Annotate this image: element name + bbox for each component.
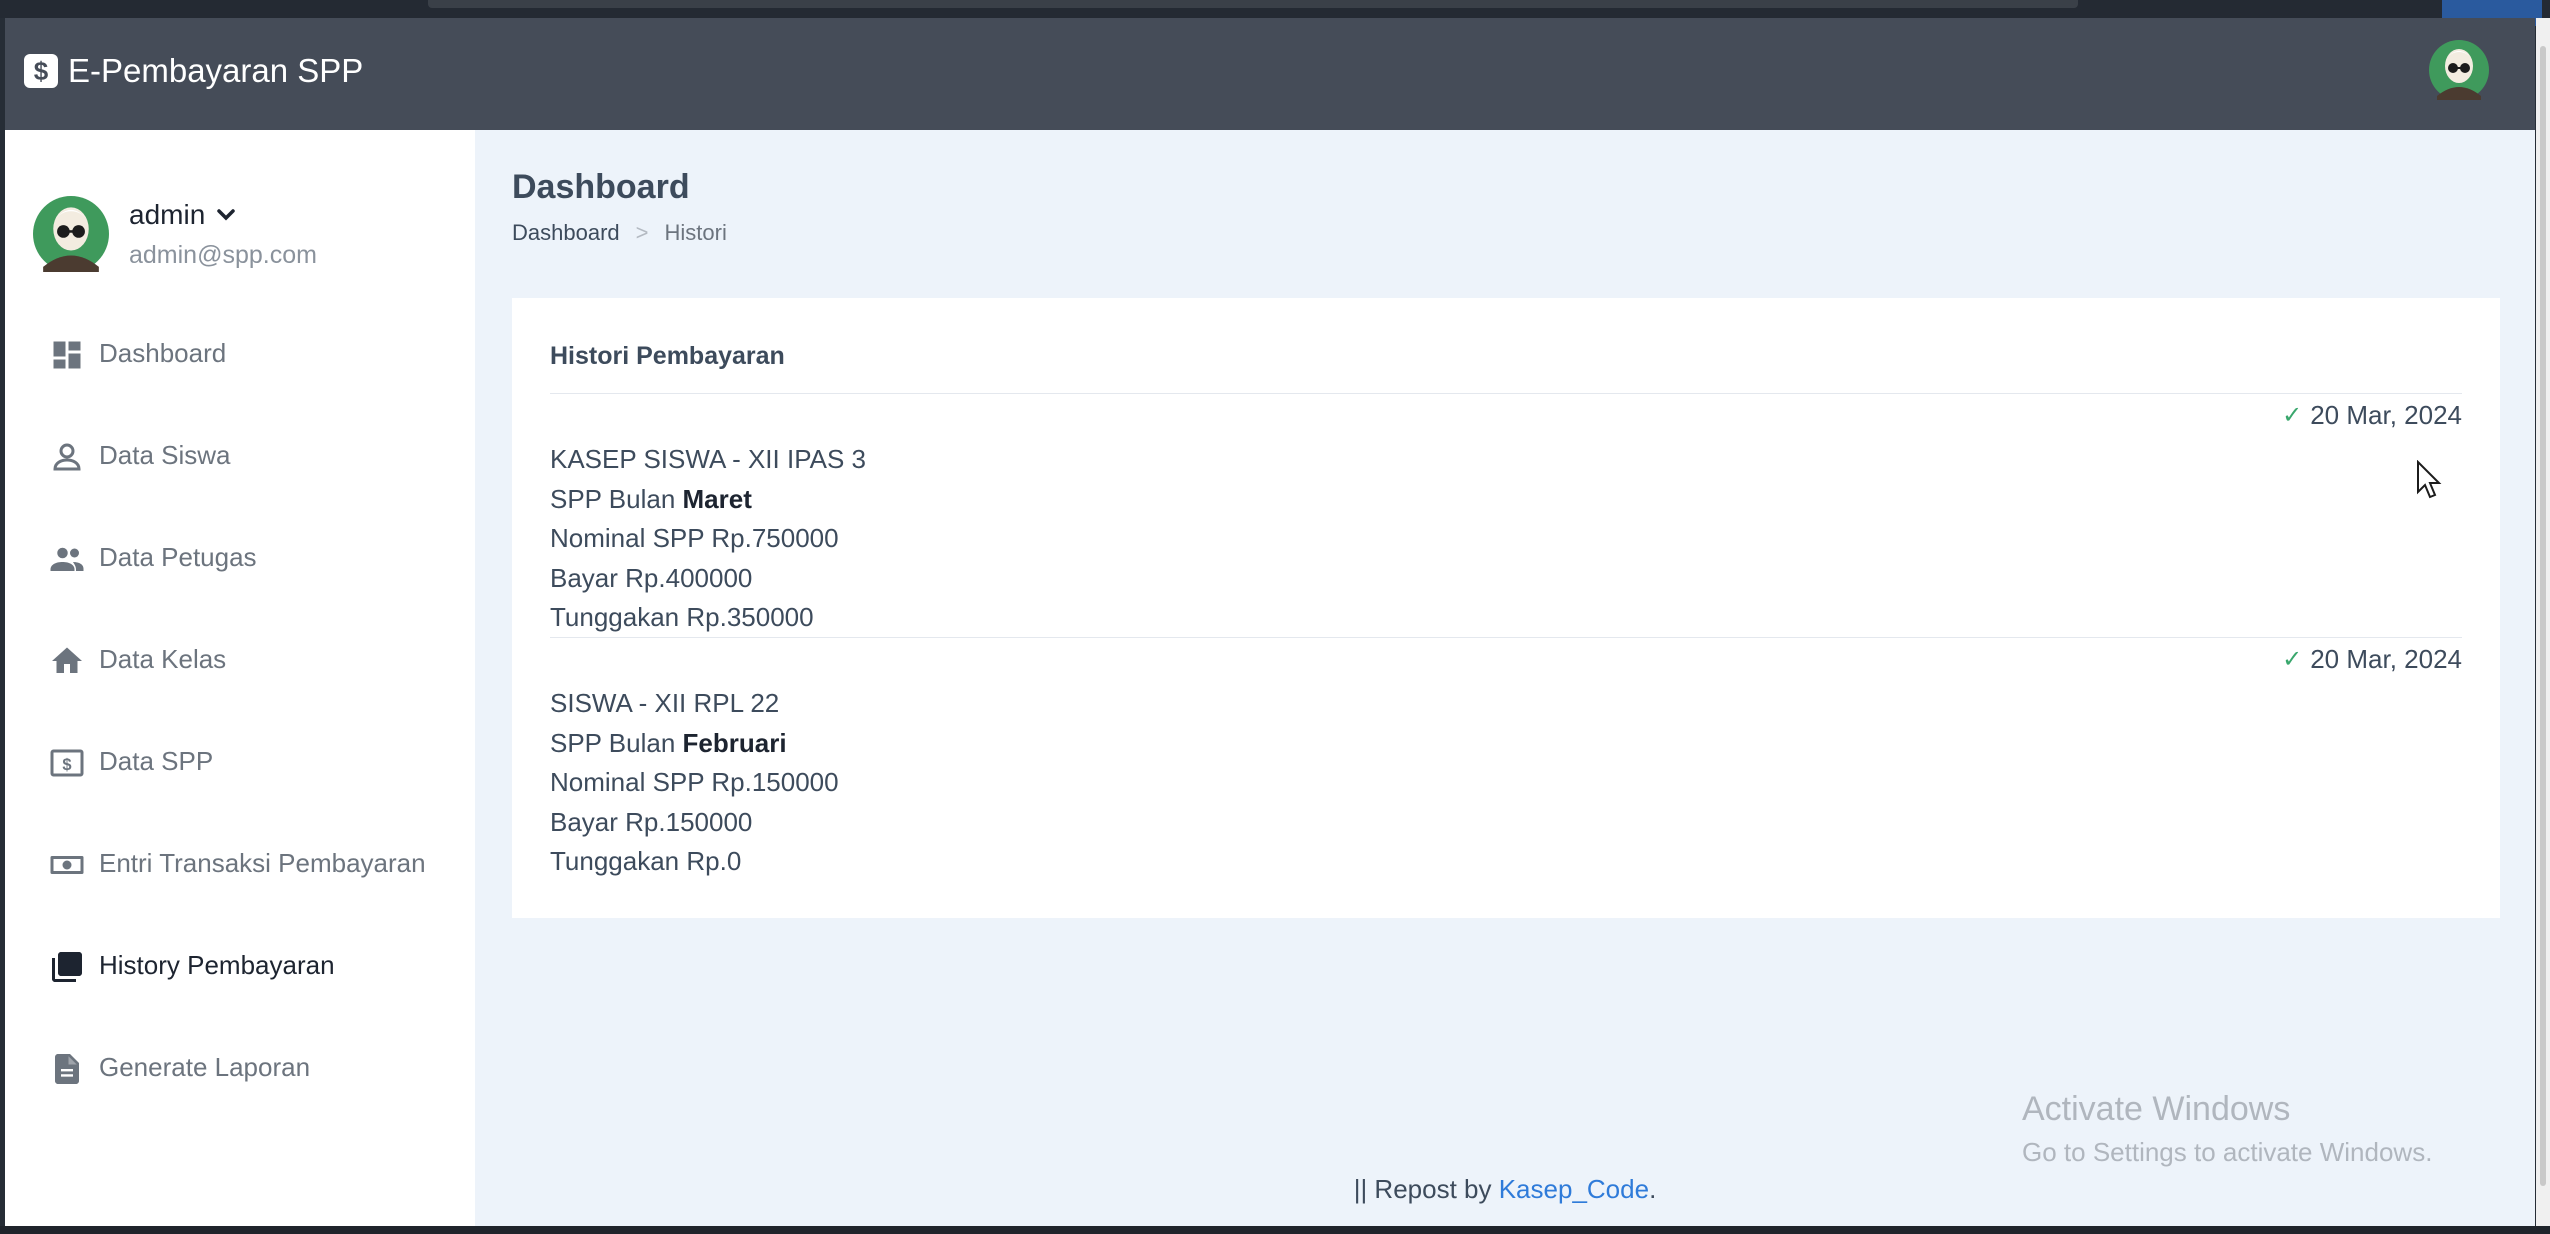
breadcrumb-dashboard[interactable]: Dashboard bbox=[512, 220, 620, 246]
sidebar-item-dashboard[interactable]: Dashboard bbox=[5, 302, 475, 404]
sidebar-item-data-kelas[interactable]: Data Kelas bbox=[5, 608, 475, 710]
entry-bayar: Bayar Rp.150000 bbox=[550, 806, 753, 837]
entry-date: ✓ 20 Mar, 2024 bbox=[2282, 400, 2462, 431]
brand[interactable]: $ E-Pembayaran SPP bbox=[24, 52, 363, 90]
mouse-cursor-icon bbox=[2417, 460, 2442, 499]
card-title: Histori Pembayaran bbox=[550, 342, 785, 370]
entry-month-name: Februari bbox=[682, 727, 787, 758]
dashboard-icon bbox=[53, 341, 81, 369]
user-profile[interactable]: admin admin@spp.com bbox=[33, 196, 317, 272]
svg-text:$: $ bbox=[62, 756, 71, 774]
sidebar-item-entri-transaksi[interactable]: Entri Transaksi Pembayaran bbox=[5, 812, 475, 914]
entry-student: SISWA - XII RPL 22 bbox=[550, 688, 780, 718]
list-item: ✓ 20 Mar, 2024 SISWA - XII RPL 22 SPP Bu… bbox=[550, 638, 2462, 882]
sidebar-item-data-siswa[interactable]: Data Siswa bbox=[5, 404, 475, 506]
breadcrumb-chevron-icon: > bbox=[635, 220, 649, 245]
entry-date: ✓ 20 Mar, 2024 bbox=[2282, 644, 2462, 675]
scrollbar-thumb[interactable] bbox=[2540, 46, 2546, 1186]
dollar-icon: $ bbox=[24, 54, 58, 88]
sidebar-item-label: Data Siswa bbox=[99, 439, 231, 470]
breadcrumb-current: Histori bbox=[664, 220, 727, 245]
cash-icon bbox=[50, 856, 84, 874]
check-icon: ✓ bbox=[2282, 402, 2303, 429]
sidebar-menu: Dashboard Data Siswa Data Petugas Data K… bbox=[5, 302, 475, 1118]
browser-top-strip bbox=[0, 0, 2550, 26]
entry-tunggakan: Tunggakan Rp.0 bbox=[550, 846, 742, 876]
sidebar-item-label: Dashboard bbox=[99, 337, 227, 368]
list-item: ✓ 20 Mar, 2024 KASEP SISWA - XII IPAS 3 … bbox=[550, 394, 2462, 638]
sidebar-item-history-pembayaran[interactable]: History Pembayaran bbox=[5, 914, 475, 1016]
entry-date-text: 20 Mar, 2024 bbox=[2310, 400, 2462, 430]
entry-nominal: Nominal SPP Rp.150000 bbox=[550, 767, 839, 797]
sidebar-item-generate-laporan[interactable]: Generate Laporan bbox=[5, 1016, 475, 1118]
windows-activation-watermark: Activate Windows Go to Settings to activ… bbox=[2022, 1090, 2432, 1168]
app-title: E-Pembayaran SPP bbox=[68, 52, 364, 89]
user-icon bbox=[53, 443, 81, 471]
sidebar: admin admin@spp.com Dashboard Data Siswa… bbox=[5, 130, 475, 1226]
entry-month: SPP Bulan Maret bbox=[550, 480, 866, 520]
sidebar-item-label: Data Kelas bbox=[99, 643, 227, 674]
page-title: Dashboard bbox=[512, 168, 690, 206]
entry-nominal: Nominal SPP Rp.750000 bbox=[550, 523, 839, 553]
entry-date-text: 20 Mar, 2024 bbox=[2310, 644, 2462, 674]
home-icon bbox=[52, 647, 82, 673]
entry-month: SPP Bulan Februari bbox=[550, 724, 839, 764]
history-card: Histori Pembayaran ✓ 20 Mar, 2024 KASEP … bbox=[512, 298, 2500, 918]
entry-student: KASEP SISWA - XII IPAS 3 bbox=[550, 444, 866, 474]
footer-suffix: . bbox=[1649, 1174, 1657, 1204]
entry-month-name: Maret bbox=[682, 483, 752, 514]
entry-bayar: Bayar Rp.400000 bbox=[550, 562, 753, 593]
check-icon: ✓ bbox=[2282, 646, 2303, 673]
entry-tunggakan: Tunggakan Rp.350000 bbox=[550, 602, 814, 632]
top-navbar: $ E-Pembayaran SPP bbox=[5, 18, 2535, 130]
sidebar-item-label: Entri Transaksi Pembayaran bbox=[99, 847, 426, 878]
navbar-avatar[interactable] bbox=[2429, 40, 2489, 100]
browser-tab-bar bbox=[428, 0, 2078, 8]
entry-month-prefix: SPP Bulan bbox=[550, 483, 676, 514]
footer-text: || Repost by bbox=[1353, 1174, 1492, 1204]
main-content: Dashboard Dashboard > Histori Histori Pe… bbox=[475, 130, 2535, 1226]
sidebar-item-label: History Pembayaran bbox=[99, 949, 335, 980]
money-icon: $ bbox=[50, 749, 84, 777]
history-icon bbox=[52, 952, 82, 982]
app-frame: $ E-Pembayaran SPP admin admin@spp.com D… bbox=[5, 18, 2535, 1226]
chevron-down-icon[interactable] bbox=[217, 208, 236, 222]
taskbar-strip bbox=[0, 1226, 2550, 1234]
footer-link[interactable]: Kasep_Code bbox=[1499, 1174, 1649, 1204]
footer: || Repost by Kasep_Code. bbox=[475, 1174, 2535, 1205]
breadcrumb: Dashboard > Histori bbox=[512, 220, 727, 246]
watermark-subtitle: Go to Settings to activate Windows. bbox=[2022, 1137, 2433, 1167]
avatar bbox=[33, 196, 109, 272]
sidebar-item-data-petugas[interactable]: Data Petugas bbox=[5, 506, 475, 608]
sidebar-item-data-spp[interactable]: $ Data SPP bbox=[5, 710, 475, 812]
users-icon bbox=[50, 547, 84, 571]
entry-month-prefix: SPP Bulan bbox=[550, 727, 676, 758]
user-email: admin@spp.com bbox=[129, 240, 317, 269]
sidebar-item-label: Generate Laporan bbox=[99, 1051, 311, 1082]
sidebar-item-label: Data SPP bbox=[99, 745, 214, 776]
document-icon bbox=[55, 1054, 79, 1084]
user-name: admin bbox=[129, 198, 206, 230]
sidebar-item-label: Data Petugas bbox=[99, 541, 257, 572]
watermark-title: Activate Windows bbox=[2022, 1090, 2291, 1128]
